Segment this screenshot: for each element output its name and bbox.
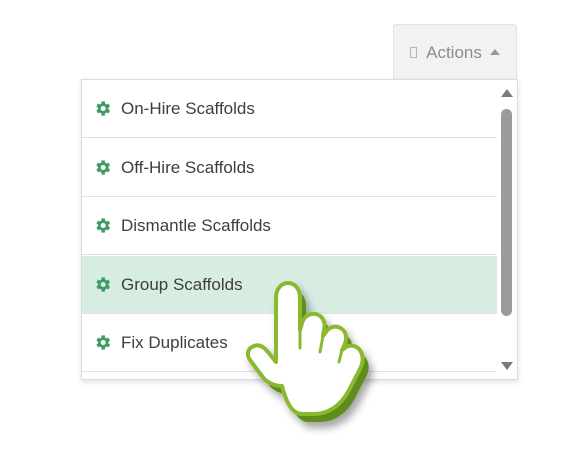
actions-button-label: Actions <box>426 42 482 62</box>
menu-item-label: On-Hire Scaffolds <box>121 98 255 118</box>
gear-icon <box>96 101 111 116</box>
menu-item-label: Group Scaffolds <box>121 274 243 294</box>
scroll-down-arrow-icon[interactable] <box>501 362 513 370</box>
actions-dropdown-menu: On-Hire Scaffolds Off-Hire Scaffolds Dis… <box>81 79 518 380</box>
menu-item-label: Off-Hire Scaffolds <box>121 157 255 177</box>
menu-item-dismantle-scaffolds[interactable]: Dismantle Scaffolds <box>82 197 498 255</box>
caret-up-icon <box>489 48 500 55</box>
menu-list: On-Hire Scaffolds Off-Hire Scaffolds Dis… <box>82 80 498 379</box>
gear-icon <box>96 277 111 292</box>
menu-item-off-hire-scaffolds[interactable]: Off-Hire Scaffolds <box>82 139 498 197</box>
menu-item-on-hire-scaffolds[interactable]: On-Hire Scaffolds <box>82 80 498 138</box>
gear-icon <box>96 218 111 233</box>
menu-item-label: Fix Duplicates <box>121 332 228 352</box>
menu-item-group-scaffolds[interactable]: Group Scaffolds <box>82 256 498 314</box>
menu-item-fix-duplicates[interactable]: Fix Duplicates <box>82 314 498 372</box>
gear-icon <box>96 160 111 175</box>
menu-scrollbar[interactable] <box>497 80 517 379</box>
actions-button[interactable]: Actions <box>393 24 517 80</box>
menu-item-label: Dismantle Scaffolds <box>121 215 271 235</box>
stage: Actions On-Hire Scaffolds Off-Hire Scaff… <box>0 0 585 451</box>
document-icon <box>410 47 418 58</box>
scroll-up-arrow-icon[interactable] <box>501 89 513 97</box>
gear-icon <box>96 335 111 350</box>
scroll-thumb[interactable] <box>501 109 512 316</box>
